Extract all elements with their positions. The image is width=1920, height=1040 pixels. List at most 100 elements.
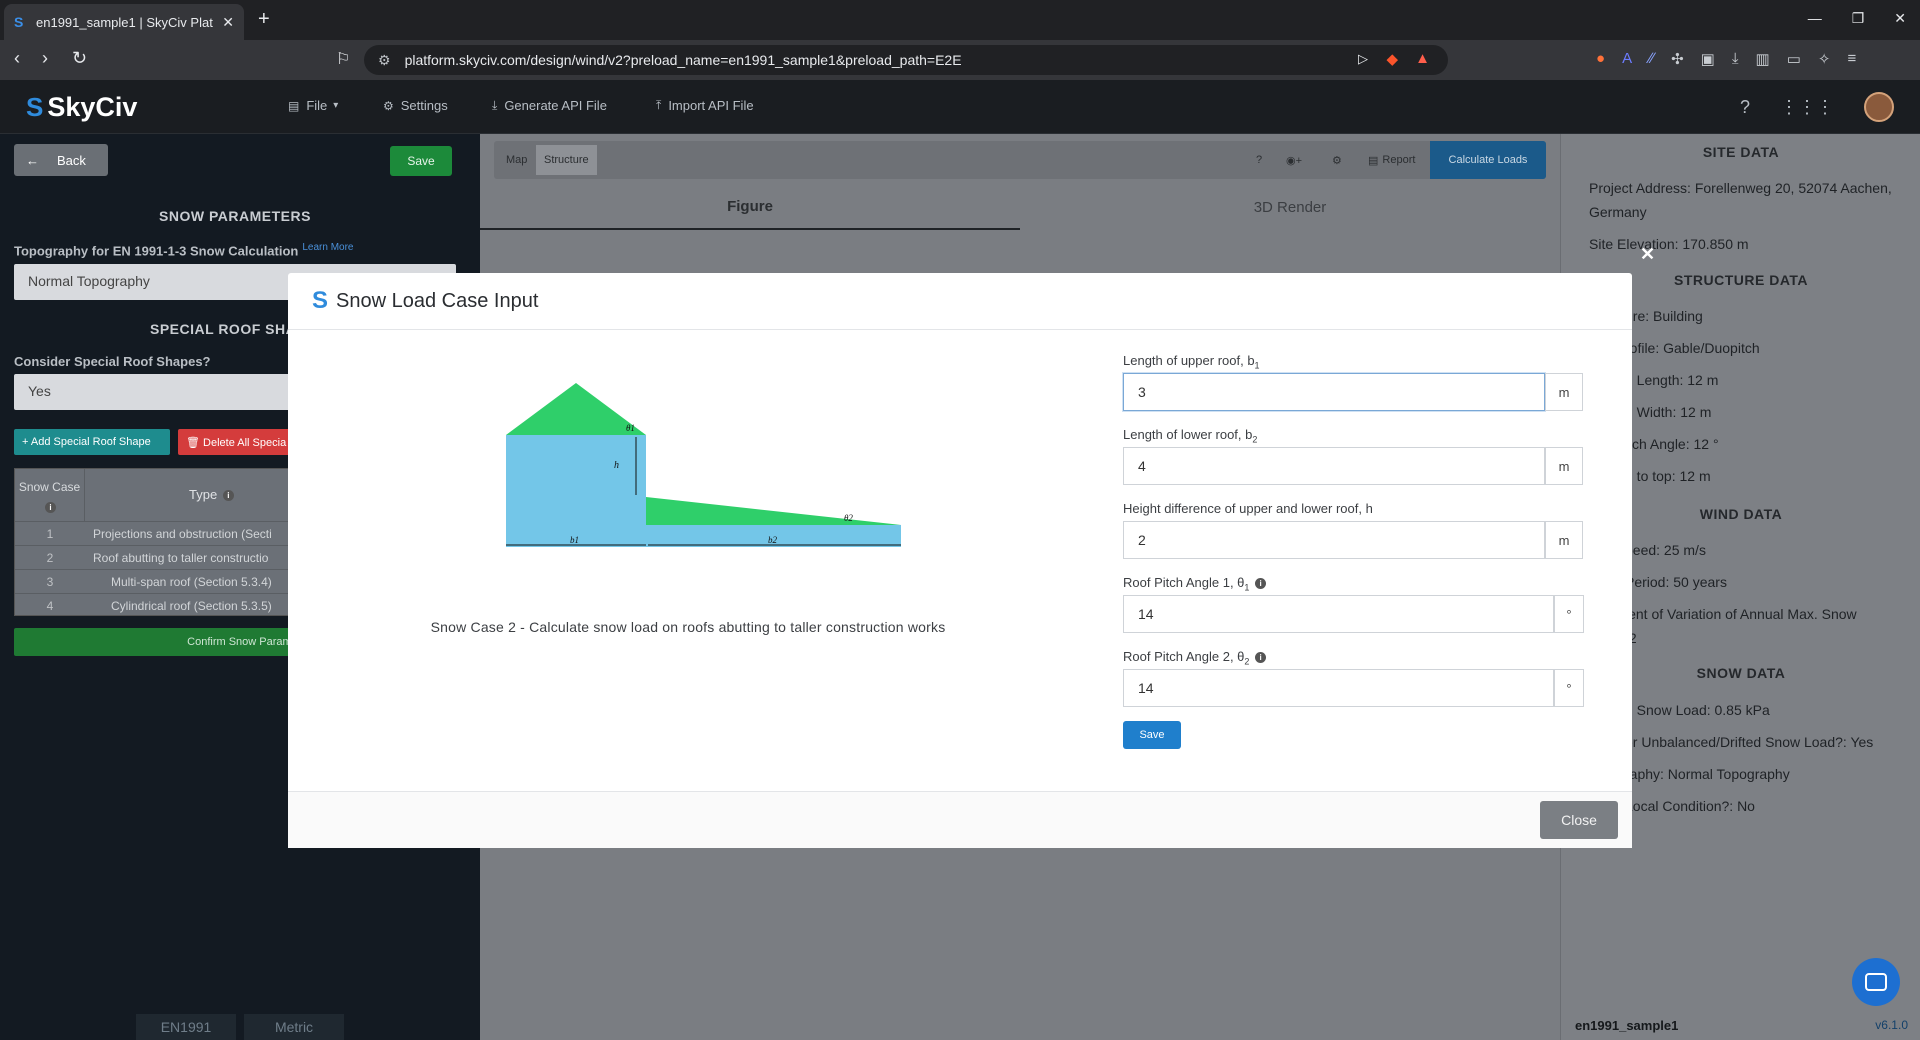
- arrow-left-icon: ←: [26, 152, 39, 168]
- b2-unit: m: [1545, 447, 1583, 485]
- modal-footer: Close: [288, 791, 1632, 848]
- structure-line: d to top: 12 m: [1625, 468, 1711, 484]
- topography-label-text: Topography for EN 1991-1-3 Snow Calculat…: [14, 243, 299, 259]
- menu-generate-api[interactable]: ⤓ Generate API File: [492, 98, 607, 113]
- consider-special-roof-label: Consider Special Roof Shapes?: [14, 354, 211, 369]
- units-tab[interactable]: Metric: [244, 1014, 344, 1040]
- roof-pitch-angle-1-input[interactable]: 14: [1123, 595, 1554, 633]
- add-special-roof-button[interactable]: + Add Special Roof Shape: [14, 429, 170, 455]
- leo-icon[interactable]: ✧: [1818, 50, 1831, 68]
- download-file-icon: ⤓: [492, 98, 498, 112]
- share-icon[interactable]: ▷: [1358, 51, 1368, 67]
- site-elevation: Site Elevation: 170.850 m: [1589, 236, 1749, 252]
- theta1-label: θ1: [626, 423, 635, 433]
- extension-stats-icon[interactable]: ∕∕: [1649, 50, 1654, 68]
- roof-pitch-angle-2-input[interactable]: 14: [1123, 669, 1554, 707]
- address-bar[interactable]: ⚙ platform.skyciv.com/design/wind/v2?pre…: [364, 45, 1448, 75]
- reload-icon[interactable]: ↻: [72, 48, 87, 69]
- brave-shield-icon[interactable]: ◆: [1386, 50, 1398, 68]
- help-button[interactable]: ?: [1248, 145, 1270, 175]
- upper-building-wall: [506, 435, 646, 547]
- back-button[interactable]: ← Back: [14, 144, 108, 176]
- settings-icon[interactable]: ⚙: [1324, 145, 1350, 175]
- document-icon: ▤: [1368, 154, 1379, 167]
- file-icon: ▤: [288, 98, 300, 113]
- extension-box-icon[interactable]: ▣: [1701, 50, 1715, 68]
- extension-icons: ● A ∕∕ ✣ ▣ ⤓ ▥ ▭ ✧ ≡: [1596, 50, 1856, 68]
- info-icon[interactable]: i: [1255, 578, 1267, 590]
- wallet-icon[interactable]: ▭: [1787, 50, 1801, 68]
- info-icon[interactable]: i: [45, 502, 56, 514]
- b1-label-text: Length of upper roof, b: [1123, 353, 1255, 368]
- close-button[interactable]: Close: [1540, 801, 1618, 839]
- report-button[interactable]: ▤ Report: [1360, 145, 1423, 175]
- b1-label-sub: 1: [1254, 360, 1260, 371]
- extensions-puzzle-icon[interactable]: ✣: [1671, 50, 1684, 68]
- download-icon[interactable]: ⤓: [1732, 50, 1739, 68]
- upload-file-icon: ⤒: [656, 98, 662, 112]
- chat-support-button[interactable]: [1852, 958, 1900, 1006]
- extension-a-icon[interactable]: A: [1622, 50, 1632, 68]
- modal-close-x-icon[interactable]: ✕: [1640, 244, 1655, 265]
- row-type: Cylindrical roof (Section 5.3.5): [111, 599, 272, 613]
- minimize-icon[interactable]: —: [1808, 10, 1822, 27]
- browser-toolbar: ‹ › ↻ ⚐ ⚙ platform.skyciv.com/design/win…: [0, 40, 1920, 80]
- app-header: S SkyCiv ▤ File ▾ ⚙ Settings ⤓ Generate …: [0, 80, 1920, 134]
- menu-settings-label: Settings: [400, 98, 448, 113]
- chat-icon: [1865, 973, 1887, 991]
- site-data-title: SITE DATA: [1702, 144, 1780, 160]
- lower-roof-length-input[interactable]: 4: [1123, 447, 1545, 485]
- sidebar-icon[interactable]: ▥: [1756, 50, 1770, 68]
- back-label: Back: [57, 152, 86, 168]
- structure-line: g Width: 12 m: [1625, 404, 1712, 420]
- gear-icon: ⚙: [383, 98, 394, 113]
- info-icon[interactable]: i: [222, 490, 234, 502]
- back-arrow-icon[interactable]: ‹: [14, 48, 20, 69]
- menu-import-api[interactable]: ⤒ Import API File: [656, 98, 754, 113]
- close-window-icon[interactable]: ✕: [1894, 10, 1906, 27]
- theta2-label: θ2: [844, 513, 853, 523]
- save-button[interactable]: Save: [390, 146, 452, 176]
- new-tab-icon[interactable]: +: [258, 8, 270, 31]
- calculate-loads-button[interactable]: Calculate Loads: [1430, 141, 1546, 179]
- height-difference-input[interactable]: 2: [1123, 521, 1545, 559]
- design-code-tab[interactable]: EN1991: [136, 1014, 236, 1040]
- modal-save-button[interactable]: Save: [1123, 721, 1181, 749]
- info-icon[interactable]: i: [1255, 652, 1267, 664]
- extension-fox-icon[interactable]: ●: [1596, 50, 1605, 68]
- structure-tab[interactable]: Structure: [536, 145, 597, 175]
- structure-line: ure: Building: [1625, 308, 1703, 324]
- skyciv-logo[interactable]: S SkyCiv: [26, 92, 137, 123]
- help-icon[interactable]: ?: [1740, 97, 1750, 118]
- b1-unit: m: [1545, 373, 1583, 411]
- maximize-icon[interactable]: ❐: [1852, 10, 1865, 27]
- menu-settings[interactable]: ⚙ Settings: [383, 98, 448, 113]
- theta2-label-sub: 2: [1244, 656, 1250, 667]
- bookmark-icon[interactable]: ⚐: [336, 49, 350, 69]
- theta2-label-text: Roof Pitch Angle 2, θ: [1123, 649, 1245, 664]
- forward-arrow-icon[interactable]: ›: [42, 48, 48, 69]
- view-toolbar: Map Structure ? ◉+ ⚙ ▤ Report Calculate …: [494, 141, 1546, 179]
- camera-add-icon[interactable]: ◉+: [1278, 145, 1310, 175]
- map-tab[interactable]: Map: [498, 145, 535, 175]
- browser-tab[interactable]: S en1991_sample1 | SkyCiv Plat ✕: [4, 4, 244, 40]
- skyciv-logo-icon: S: [312, 287, 329, 314]
- menu-import-api-label: Import API File: [668, 98, 754, 113]
- browser-menu-icon[interactable]: ≡: [1847, 50, 1856, 68]
- brave-rewards-icon[interactable]: ▲: [1415, 50, 1430, 67]
- close-tab-icon[interactable]: ✕: [222, 14, 234, 31]
- apps-grid-icon[interactable]: ⋮⋮⋮: [1780, 97, 1834, 118]
- snow-load-case-modal: S Snow Load Case Input θ1 h θ2 b1 b2 Sno…: [288, 273, 1632, 848]
- menu-file[interactable]: ▤ File ▾: [288, 98, 338, 113]
- theta1-label-sub: 1: [1244, 582, 1250, 593]
- tab-3d-render[interactable]: 3D Render: [1020, 184, 1560, 230]
- snow-case-header-label: Snow Case: [18, 480, 81, 494]
- upper-roof-length-input[interactable]: 3: [1123, 373, 1545, 411]
- site-info-icon[interactable]: ⚙: [378, 52, 391, 69]
- row-type: Roof abutting to taller constructio: [93, 551, 269, 565]
- tab-figure[interactable]: Figure: [480, 184, 1020, 230]
- learn-more-link[interactable]: Learn More: [302, 242, 353, 253]
- wind-line: ient of Variation of Annual Max. Snow: [1625, 606, 1857, 622]
- browser-tabbar: S en1991_sample1 | SkyCiv Plat ✕ + — ❐ ✕: [0, 0, 1920, 40]
- avatar[interactable]: [1864, 92, 1894, 122]
